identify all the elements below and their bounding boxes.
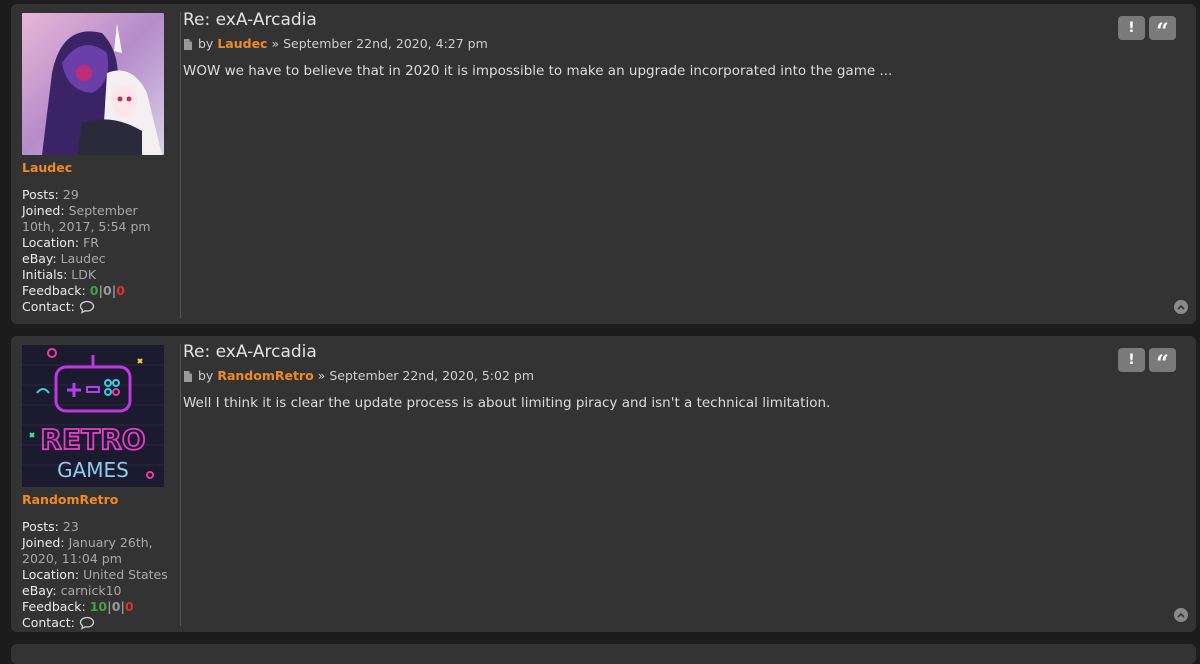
joined-label: Joined: bbox=[22, 203, 65, 218]
feedback-positive[interactable]: 10 bbox=[90, 599, 107, 614]
initials-value: LDK bbox=[71, 267, 97, 282]
feedback-neutral[interactable]: 0 bbox=[103, 283, 112, 298]
ebay-label: eBay: bbox=[22, 583, 57, 598]
post-author[interactable]: Laudec bbox=[217, 36, 267, 51]
posts-label: Posts: bbox=[22, 187, 59, 202]
posts-label: Posts: bbox=[22, 519, 59, 534]
post-content: Well I think it is clear the update proc… bbox=[183, 395, 831, 411]
feedback-negative[interactable]: 0 bbox=[125, 599, 134, 614]
post-body: Re: exA-Arcadia by RandomRetro » Septemb… bbox=[183, 342, 1176, 411]
ebay-value: Laudec bbox=[60, 251, 106, 266]
post-title[interactable]: Re: exA-Arcadia bbox=[183, 10, 1176, 30]
meta-separator: » bbox=[271, 36, 280, 51]
post-by-label: by bbox=[198, 368, 214, 383]
post-file-icon[interactable] bbox=[183, 370, 193, 385]
post-actions: ! “ bbox=[1118, 348, 1176, 375]
post-body: Re: exA-Arcadia by Laudec » September 22… bbox=[183, 10, 1176, 79]
post-author[interactable]: RandomRetro bbox=[217, 368, 313, 383]
username[interactable]: Laudec bbox=[22, 160, 172, 175]
post-date: September 22nd, 2020, 5:02 pm bbox=[329, 368, 534, 383]
posts-count[interactable]: 29 bbox=[63, 187, 79, 202]
report-button[interactable]: ! bbox=[1118, 16, 1145, 40]
quote-button[interactable]: “ bbox=[1149, 348, 1176, 375]
location-label: Location: bbox=[22, 235, 80, 250]
meta-separator: » bbox=[317, 368, 326, 383]
location-label: Location: bbox=[22, 567, 80, 582]
post-date: September 22nd, 2020, 4:27 pm bbox=[283, 36, 488, 51]
location-value: United States bbox=[83, 567, 168, 582]
quote-button[interactable]: “ bbox=[1149, 16, 1176, 43]
ebay-label: eBay: bbox=[22, 251, 57, 266]
post-file-icon[interactable] bbox=[183, 38, 193, 53]
post bbox=[11, 644, 1196, 664]
user-stats: Posts: 29 Joined: September 10th, 2017, … bbox=[22, 187, 172, 318]
avatar[interactable]: RETRO GAMES bbox=[22, 345, 164, 487]
joined-label: Joined: bbox=[22, 535, 65, 550]
profile-divider bbox=[180, 344, 181, 626]
speech-bubble-icon[interactable] bbox=[79, 616, 95, 634]
initials-label: Initials: bbox=[22, 267, 68, 282]
post-title[interactable]: Re: exA-Arcadia bbox=[183, 342, 1176, 362]
profile-divider bbox=[180, 12, 181, 318]
ebay-value: carnick10 bbox=[60, 583, 122, 598]
post: RETRO GAMES RandomRetro Posts: 23 Joined… bbox=[11, 336, 1196, 632]
location-value: FR bbox=[83, 235, 99, 250]
post-meta: by RandomRetro » September 22nd, 2020, 5… bbox=[183, 368, 1176, 385]
speech-bubble-icon[interactable] bbox=[79, 300, 95, 318]
post-content: WOW we have to believe that in 2020 it i… bbox=[183, 63, 893, 79]
post-profile: Laudec Posts: 29 Joined: September 10th,… bbox=[22, 13, 172, 318]
chevron-up-icon bbox=[1177, 304, 1185, 310]
post-meta: by Laudec » September 22nd, 2020, 4:27 p… bbox=[183, 36, 1176, 53]
avatar[interactable] bbox=[22, 13, 164, 155]
post: Laudec Posts: 29 Joined: September 10th,… bbox=[11, 4, 1196, 324]
back-to-top-button[interactable] bbox=[1174, 608, 1188, 622]
feedback-label: Feedback: bbox=[22, 283, 86, 298]
username[interactable]: RandomRetro bbox=[22, 492, 172, 507]
back-to-top-button[interactable] bbox=[1174, 300, 1188, 314]
report-button[interactable]: ! bbox=[1118, 348, 1145, 372]
post-by-label: by bbox=[198, 36, 214, 51]
posts-count[interactable]: 23 bbox=[63, 519, 79, 534]
post-actions: ! “ bbox=[1118, 16, 1176, 43]
feedback-negative[interactable]: 0 bbox=[116, 283, 125, 298]
avatar-games-text: GAMES bbox=[57, 458, 129, 482]
contact-label: Contact: bbox=[22, 615, 75, 630]
feedback-label: Feedback: bbox=[22, 599, 86, 614]
avatar-retro-text: RETRO bbox=[40, 423, 145, 456]
post-profile: RETRO GAMES RandomRetro Posts: 23 Joined… bbox=[22, 345, 172, 634]
user-stats: Posts: 23 Joined: January 26th, 2020, 11… bbox=[22, 519, 172, 634]
contact-label: Contact: bbox=[22, 299, 75, 314]
chevron-up-icon bbox=[1177, 612, 1185, 618]
